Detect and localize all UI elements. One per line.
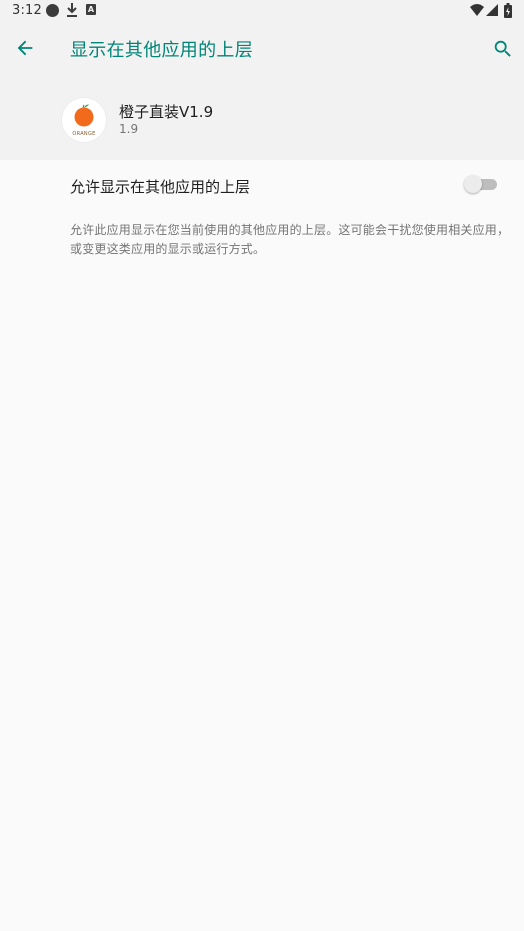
search-icon[interactable] xyxy=(492,38,514,60)
switch-thumb xyxy=(464,175,482,193)
a-box-icon: A xyxy=(86,4,96,15)
download-icon xyxy=(67,3,77,17)
app-bar: 显示在其他应用的上层 xyxy=(0,21,524,77)
cell-signal-icon xyxy=(486,4,498,16)
status-time: 3:12 xyxy=(12,3,42,18)
preference-summary: 允许此应用显示在您当前使用的其他应用的上层。这可能会干扰您使用相关应用，或变更这… xyxy=(70,223,510,256)
battery-icon xyxy=(504,3,512,18)
wifi-icon xyxy=(470,4,484,16)
app-header: ORANGE 橙子直装V1.9 1.9 xyxy=(0,77,524,160)
status-bar: 3:12 A xyxy=(0,0,524,21)
app-icon: ORANGE xyxy=(62,98,106,142)
app-version: 1.9 xyxy=(119,122,139,136)
notification-dot-icon xyxy=(46,4,59,17)
app-icon-text: ORANGE xyxy=(72,131,96,137)
page-title: 显示在其他应用的上层 xyxy=(70,40,253,61)
allow-overlay-preference[interactable]: 允许显示在其他应用的上层 xyxy=(0,160,524,208)
allow-overlay-switch[interactable] xyxy=(464,175,497,195)
arrow-back-icon[interactable] xyxy=(14,37,36,59)
app-name: 橙子直装V1.9 xyxy=(119,103,214,121)
preference-title: 允许显示在其他应用的上层 xyxy=(70,178,251,196)
